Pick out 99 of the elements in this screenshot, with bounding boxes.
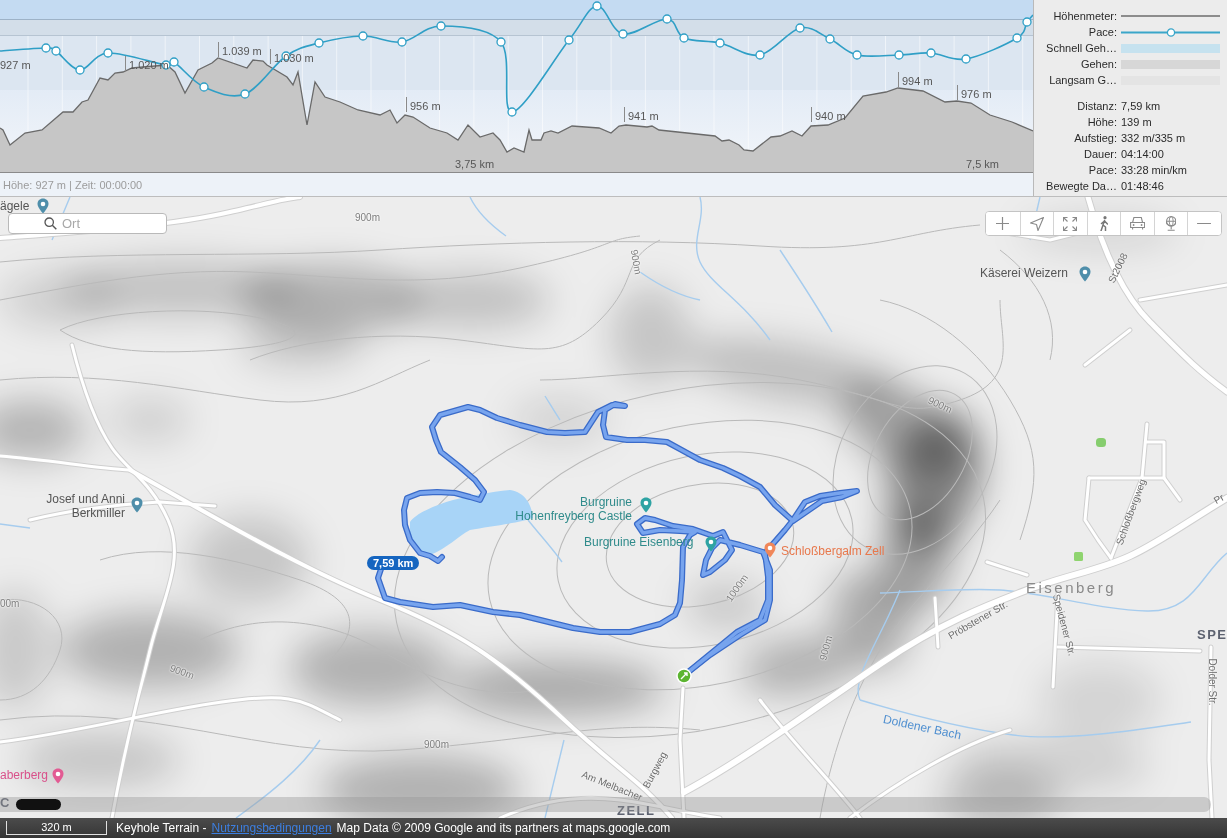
pace-point — [51, 46, 61, 56]
car-icon — [1129, 217, 1145, 230]
pace-point — [1012, 33, 1022, 43]
contour-label: 900m — [424, 739, 449, 751]
contour-label: 900m — [926, 394, 954, 416]
distance-tick-label: 3,75 km — [455, 158, 495, 170]
pace-point — [240, 89, 250, 99]
map-pin-icon — [1079, 266, 1091, 282]
elevation-label: 976 m — [957, 85, 992, 100]
pace-point — [507, 107, 517, 117]
legend-label: Pace: — [1087, 26, 1117, 38]
contour-label: 900m — [817, 634, 835, 662]
expand-icon — [1063, 216, 1078, 231]
pace-point — [496, 37, 506, 47]
legend-label: Langsam G… — [1048, 74, 1117, 86]
elevation-label: 1.039 m — [218, 42, 262, 57]
pace-point — [75, 65, 85, 75]
pace-point — [397, 37, 407, 47]
stat-label: Höhe: — [1086, 116, 1117, 128]
landmark-label: Burgruine Hohenfreyberg Castle — [514, 496, 632, 524]
stat-label: Dauer: — [1082, 148, 1117, 160]
location-arrow-icon — [1029, 216, 1044, 231]
elevation-label: 940 m — [811, 107, 846, 122]
contour-label: 900m — [168, 662, 196, 682]
street-label: Pr — [1211, 491, 1227, 507]
stat-label: Aufstieg: — [1073, 132, 1117, 144]
pace-point — [41, 43, 51, 53]
legend-label: Gehen: — [1079, 58, 1117, 70]
stat-value: 33:28 min/km — [1121, 164, 1189, 176]
search-icon — [44, 217, 57, 230]
legend-label: Höhenmeter: — [1052, 10, 1117, 22]
plus-icon — [996, 217, 1010, 230]
stat-label: Pace: — [1087, 164, 1117, 176]
pace-point — [679, 33, 689, 43]
pace-point — [1022, 17, 1032, 27]
pace-point — [314, 38, 324, 48]
pace-point — [795, 23, 805, 33]
pace-point — [852, 50, 862, 60]
pace-point — [436, 21, 446, 31]
street-label: Dolder Str. — [1206, 658, 1218, 706]
stat-value: 332 m/335 m — [1121, 132, 1187, 144]
walking-person-icon — [1099, 215, 1108, 232]
pace-point — [715, 38, 725, 48]
distance-tick-label: 7,5 km — [966, 158, 999, 170]
pace-point — [564, 35, 574, 45]
elevation-label: 941 m — [624, 107, 659, 122]
contour-label: 900m — [628, 248, 644, 276]
restaurant-label: Schloßbergalm Zell — [781, 545, 885, 559]
cursor-readout: Höhe: 927 m | Zeit: 00:00:00 — [3, 178, 143, 191]
distance-badge: 7,59 km — [367, 556, 420, 570]
map-pin-icon — [52, 768, 64, 784]
map-pin-icon — [37, 198, 49, 214]
map-pin-icon — [131, 497, 143, 513]
elevation-label: 927 m — [0, 56, 31, 71]
stream-label: Doldener Bach — [881, 713, 963, 743]
map-pin-icon — [705, 536, 717, 552]
globe-icon — [1165, 216, 1176, 231]
legend-label: Schnell Geh… — [1045, 42, 1117, 54]
start-marker-icon — [676, 668, 692, 684]
pace-point — [592, 1, 602, 11]
contour-label: 900m — [355, 212, 380, 224]
elevation-label: 994 m — [898, 72, 933, 87]
map-pin-icon — [640, 497, 652, 513]
pace-point — [825, 34, 835, 44]
pace-point — [926, 48, 936, 58]
scrollbar-thumb[interactable] — [16, 799, 61, 810]
attribution-text: Map Data © 2009 Google and its partners at maps.google.com — [336, 821, 671, 835]
map-marker-icon — [1096, 438, 1106, 447]
pace-point — [894, 50, 904, 60]
pace-point — [961, 54, 971, 64]
stat-label: Bewegte Da… — [1045, 180, 1117, 192]
imagery-source-text: Keyhole Terrain - — [116, 821, 207, 835]
pace-point — [169, 57, 179, 67]
place-label: Josef und Anni Berkmiller — [45, 493, 125, 521]
scale-bar: 320 m — [6, 821, 107, 835]
stat-value: 01:48:46 — [1121, 180, 1165, 192]
search-field[interactable]: Ort — [8, 213, 167, 234]
place-label: ägele — [0, 200, 30, 214]
terms-link[interactable]: Nutzungsbedingungen — [211, 821, 332, 835]
hotel-label: aberberg — [0, 769, 49, 783]
pace-point — [755, 50, 765, 60]
pace-point — [662, 14, 672, 24]
stat-value: 7,59 km — [1121, 100, 1162, 112]
stat-value: 04:14:00 — [1121, 148, 1165, 160]
stat-value: 139 m — [1121, 116, 1153, 128]
contour-label: 00m — [0, 598, 20, 610]
pace-point — [103, 48, 113, 58]
map-pin-icon — [764, 542, 776, 558]
pace-point — [358, 31, 368, 41]
minus-icon — [1197, 222, 1212, 225]
place-label: Käserei Weizern — [980, 267, 1068, 281]
pace-point — [618, 29, 628, 39]
map-marker-icon — [1074, 552, 1083, 561]
elevation-label: 956 m — [406, 97, 441, 112]
pace-point — [199, 82, 209, 92]
district-label: SPE — [1197, 628, 1227, 643]
district-label: ZELL — [617, 804, 656, 818]
district-label: C — [0, 796, 11, 811]
stat-label: Distanz: — [1076, 100, 1117, 112]
